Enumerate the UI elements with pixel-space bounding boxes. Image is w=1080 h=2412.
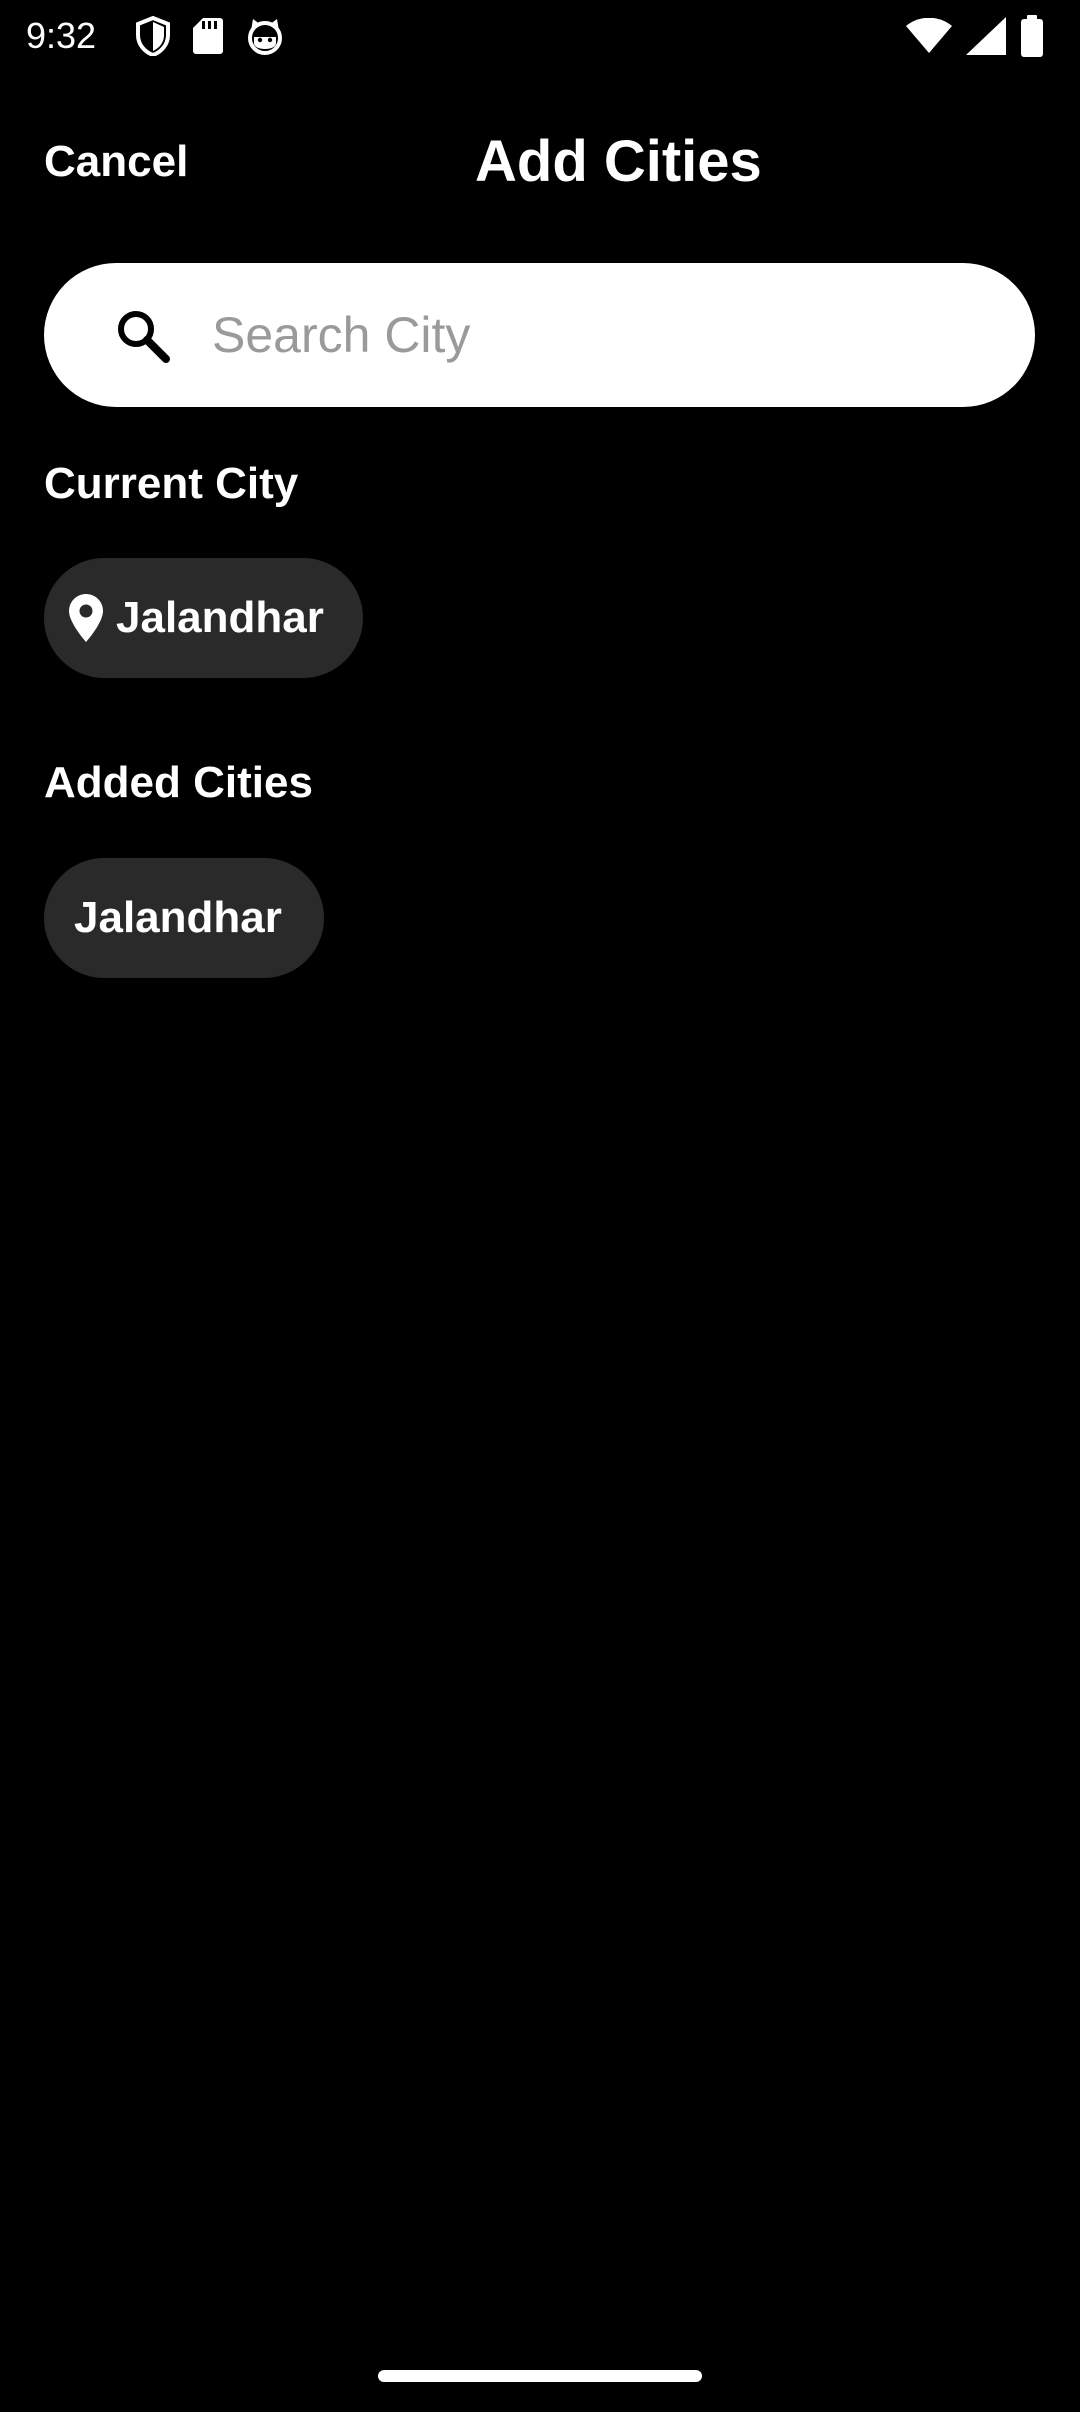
cancel-button[interactable]: Cancel [44,132,188,192]
shield-icon [136,16,170,56]
search-bar[interactable] [44,263,1035,407]
current-city-heading: Current City [44,459,299,508]
added-cities-heading: Added Cities [44,758,313,807]
location-pin-icon [69,594,103,642]
gesture-navigation-bar[interactable] [378,2370,702,2382]
status-left-icons [135,16,285,56]
current-city-label: Jalandhar [116,593,324,642]
added-city-label: Jalandhar [74,893,282,942]
search-input[interactable] [212,293,992,377]
status-right-icons [906,14,1044,58]
battery-icon [1021,15,1043,57]
status-bar: 9:32 [0,0,1080,72]
sd-card-icon [193,18,223,54]
page-title: Add Cities [475,129,762,194]
cellular-signal-icon [966,17,1006,55]
search-icon [118,311,170,363]
current-city-chip[interactable]: Jalandhar [44,558,363,678]
added-city-chip[interactable]: Jalandhar [44,858,324,978]
cat-face-icon [248,19,282,55]
status-time: 9:32 [26,15,97,56]
wifi-icon [906,18,952,53]
